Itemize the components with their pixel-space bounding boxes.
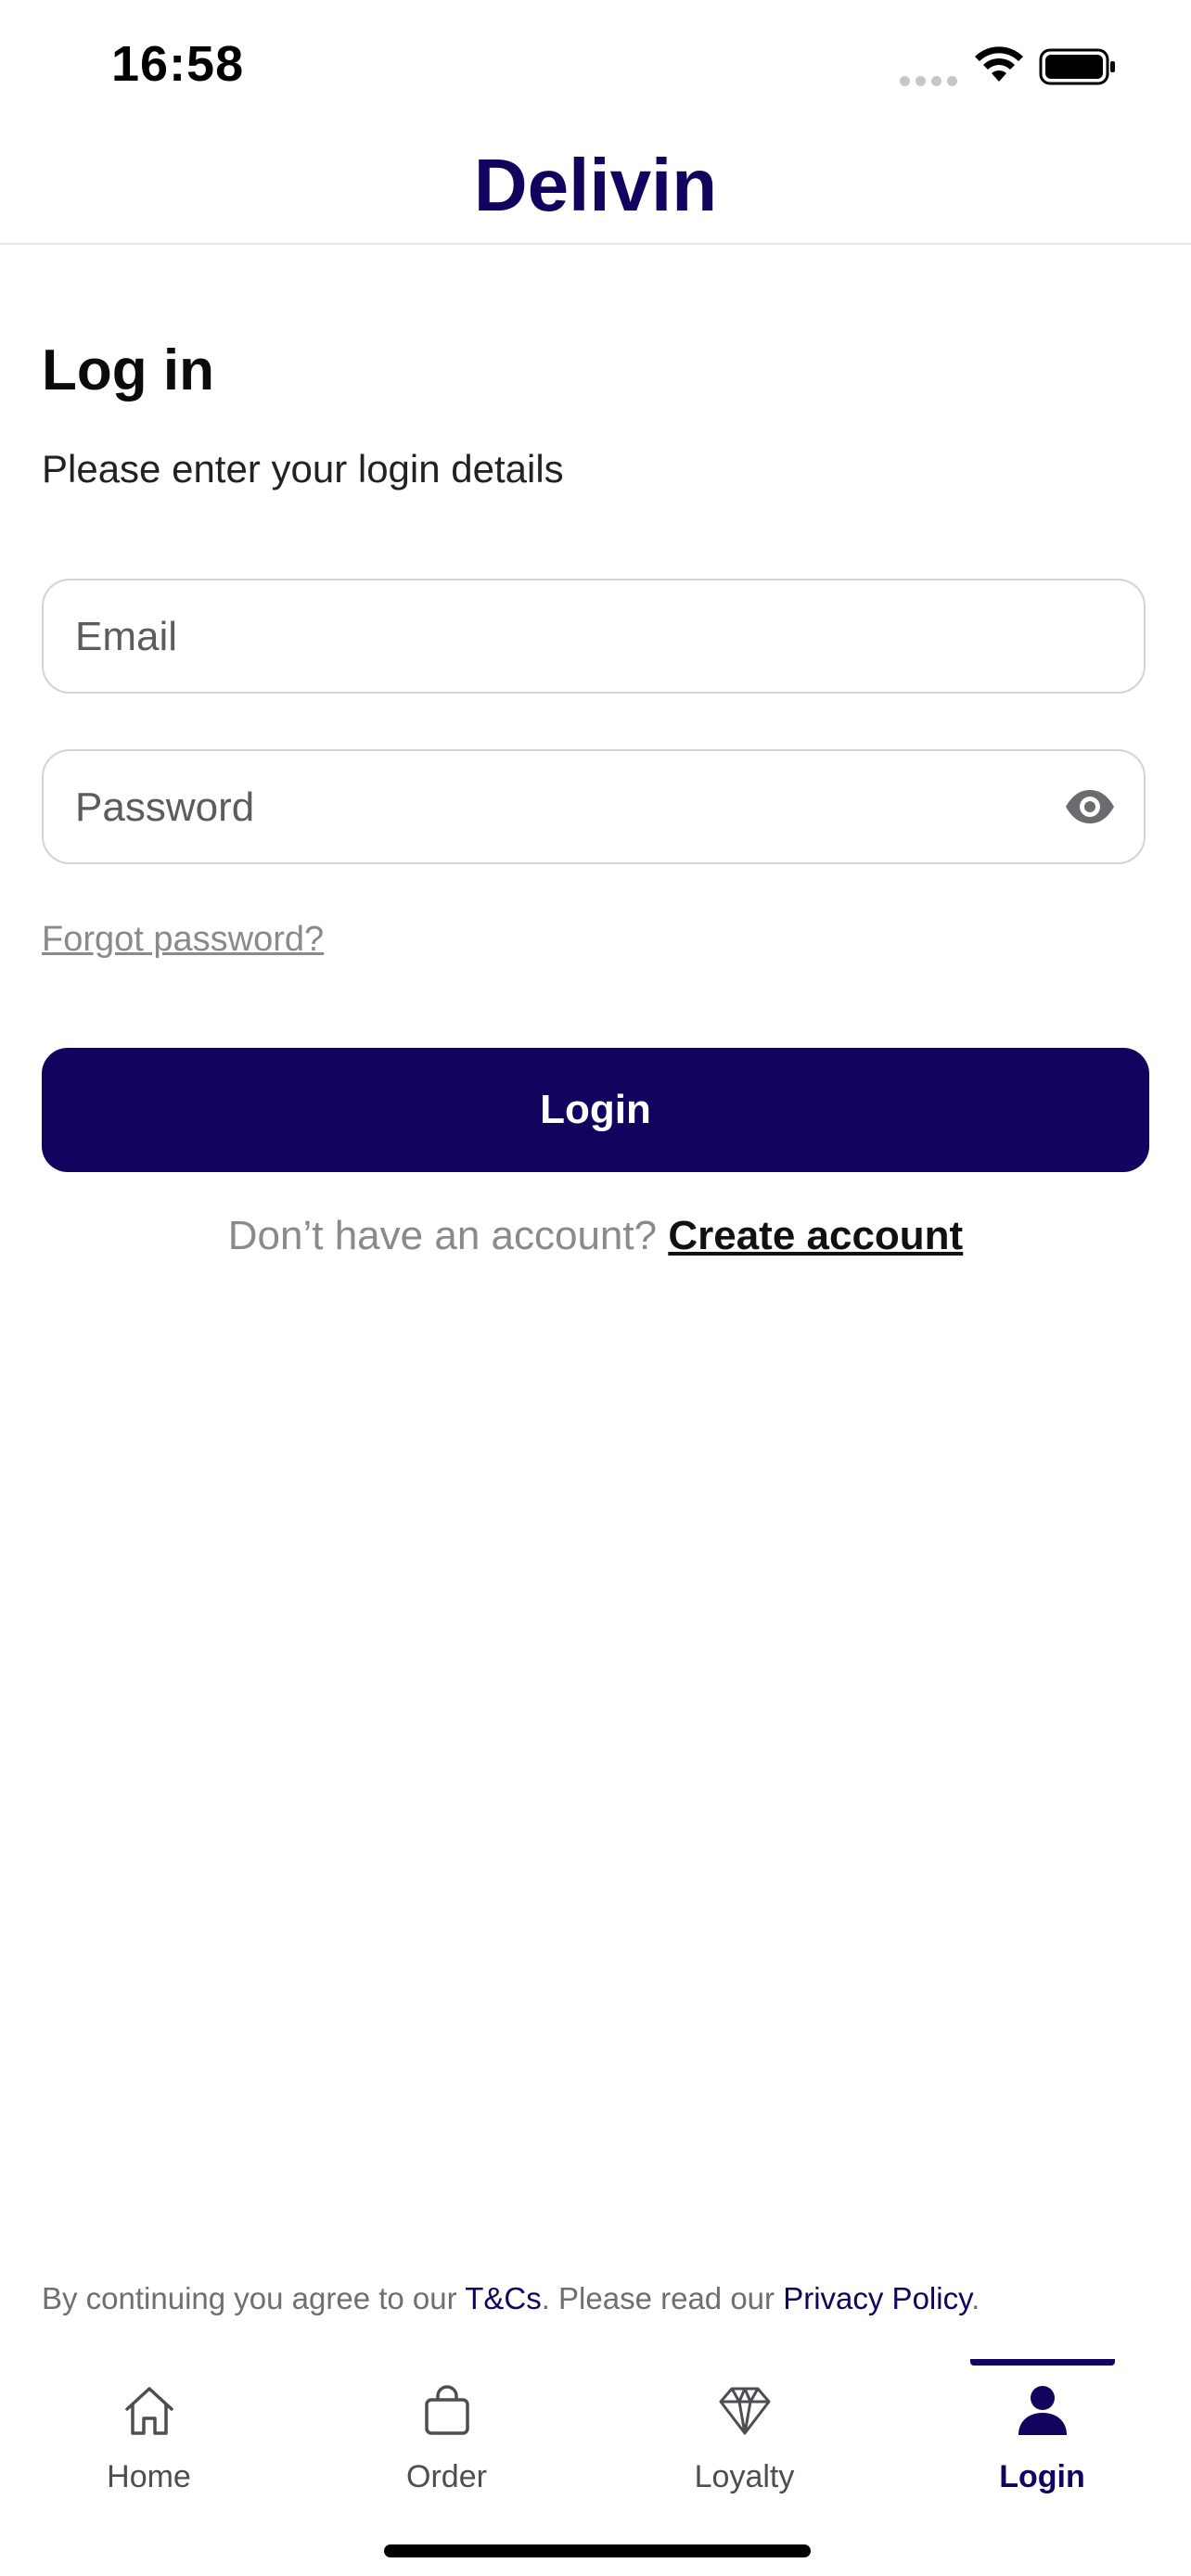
email-input[interactable] — [73, 580, 1005, 694]
no-account-text: Don’t have an account? — [227, 1213, 658, 1258]
status-time: 16:58 — [111, 36, 245, 92]
app-header: Delivin — [0, 130, 1191, 245]
tab-login[interactable]: Login — [893, 2359, 1191, 2517]
tab-loyalty-label: Loyalty — [694, 2459, 795, 2494]
password-input[interactable] — [73, 751, 1005, 864]
login-button[interactable]: Login — [42, 1048, 1149, 1172]
person-icon — [1018, 2386, 1067, 2435]
page-title: Log in — [42, 338, 214, 402]
create-account-link[interactable]: Create account — [668, 1213, 963, 1258]
terms-link[interactable]: T&Cs — [465, 2281, 542, 2315]
eye-icon[interactable] — [1064, 788, 1116, 825]
privacy-policy-link[interactable]: Privacy Policy — [783, 2281, 971, 2315]
legal-notice: By continuing you agree to our T&Cs. Ple… — [42, 2281, 980, 2316]
tab-login-label: Login — [999, 2459, 1085, 2494]
home-indicator[interactable] — [384, 2544, 811, 2557]
forgot-password-link[interactable]: Forgot password? — [42, 920, 324, 960]
legal-suffix: . — [971, 2281, 980, 2315]
tab-home-label: Home — [107, 2459, 191, 2494]
cellular-signal-icon — [900, 76, 957, 86]
tab-order[interactable]: Order — [298, 2359, 596, 2517]
battery-icon — [1039, 48, 1115, 85]
signup-prompt-row: Don’t have an account? Create account — [42, 1213, 1149, 1259]
tab-home[interactable]: Home — [0, 2359, 298, 2517]
bottom-tab-bar: Home Order Loyalty Login — [0, 2359, 1191, 2576]
legal-prefix: By continuing you agree to our — [42, 2281, 466, 2315]
page-subtitle: Please enter your login details — [42, 447, 564, 491]
bag-icon — [424, 2385, 469, 2435]
home-icon — [124, 2387, 173, 2435]
status-bar: 16:58 — [0, 0, 1191, 130]
diamond-icon — [719, 2387, 770, 2435]
email-field-container — [42, 579, 1146, 694]
password-field-container — [42, 749, 1146, 864]
legal-middle: . Please read our — [541, 2281, 784, 2315]
tab-order-label: Order — [406, 2459, 487, 2494]
wifi-icon — [975, 46, 1023, 82]
tab-loyalty[interactable]: Loyalty — [596, 2359, 893, 2517]
brand-logo-text: Delivin — [473, 144, 718, 226]
